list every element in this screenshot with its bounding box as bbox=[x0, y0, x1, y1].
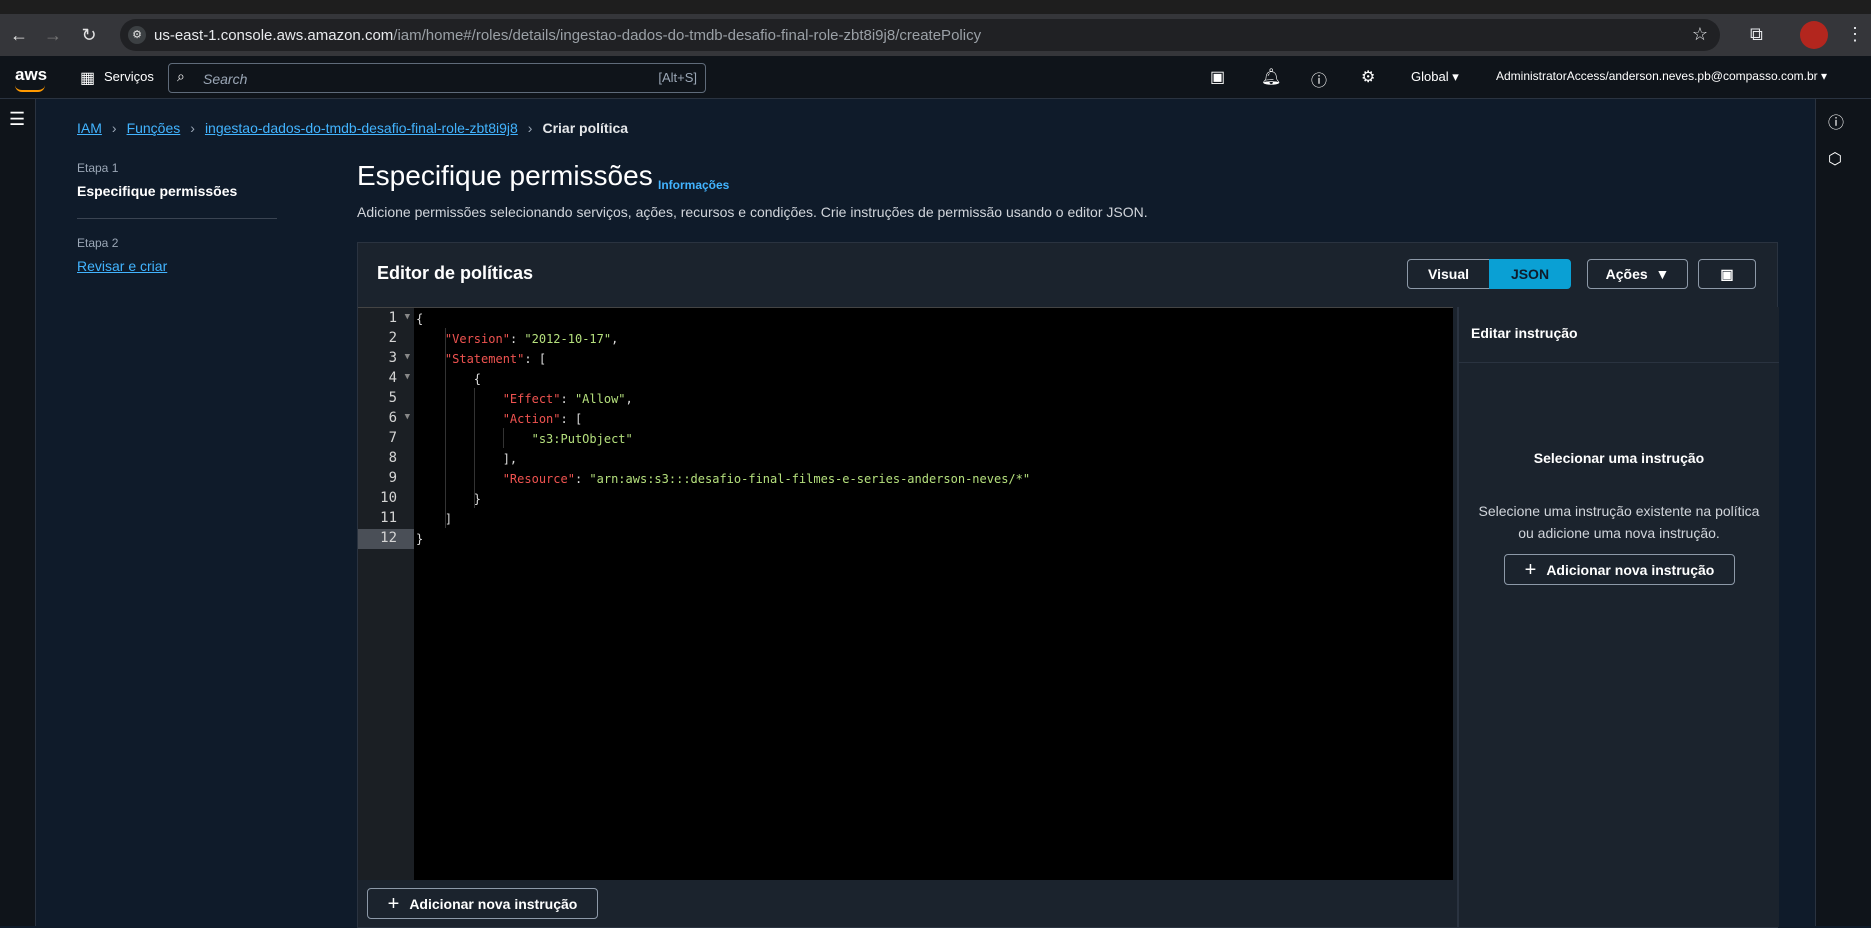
code-line: { bbox=[473, 372, 482, 386]
actions-dropdown-button[interactable]: Ações ▼ bbox=[1587, 259, 1688, 289]
gutter-line: 10 bbox=[380, 490, 397, 506]
notifications-bell-icon[interactable]: 🔔︎ bbox=[1261, 67, 1281, 87]
plus-icon: + bbox=[387, 892, 400, 915]
search-input[interactable] bbox=[201, 68, 605, 90]
reload-icon[interactable]: ↻ bbox=[74, 20, 104, 50]
profile-avatar[interactable] bbox=[1800, 21, 1828, 49]
chevron-right-icon: › bbox=[527, 120, 533, 136]
services-menu[interactable]: Serviços bbox=[104, 69, 154, 84]
region-selector[interactable]: Global ▾ bbox=[1411, 69, 1459, 85]
caret-down-icon: ▼ bbox=[1655, 266, 1670, 282]
cloudshell-icon[interactable]: ▣ bbox=[1210, 67, 1225, 87]
extensions-icon[interactable]: ⧉ bbox=[1750, 24, 1763, 45]
chevron-right-icon: › bbox=[111, 120, 117, 136]
policy-editor-panel: Editor de políticas Visual JSON Ações ▼ … bbox=[357, 242, 1779, 928]
step1-title: Especifique permissões bbox=[77, 183, 238, 199]
code-line: ] bbox=[444, 512, 453, 526]
forward-icon[interactable]: → bbox=[38, 20, 68, 50]
edit-statement-title: Editar instrução bbox=[1471, 325, 1578, 341]
account-menu[interactable]: AdministratorAccess/anderson.neves.pb@co… bbox=[1496, 69, 1827, 83]
code-line: } bbox=[473, 492, 482, 506]
code-line: "Effect": "Allow", bbox=[502, 392, 633, 406]
search-shortcut-hint: [Alt+S] bbox=[658, 70, 697, 85]
breadcrumb-role[interactable]: ingestao-dados-do-tmdb-desafio-final-rol… bbox=[205, 120, 518, 136]
site-info-icon[interactable]: ⚙ bbox=[128, 26, 146, 44]
hamburger-menu-icon[interactable]: ☰ bbox=[9, 109, 25, 130]
editor-footer: + Adicionar nova instrução bbox=[358, 880, 1453, 927]
gutter-line: 4 ▼ bbox=[388, 370, 410, 386]
left-rail: ☰ bbox=[0, 99, 36, 926]
browser-toolbar: ← → ↻ ⚙ us-east-1.console.aws.amazon.com… bbox=[0, 14, 1871, 56]
search-icon: ⌕ bbox=[177, 68, 185, 84]
url-text[interactable]: us-east-1.console.aws.amazon.com/iam/hom… bbox=[154, 27, 981, 44]
add-statement-side-button[interactable]: + Adicionar nova instrução bbox=[1504, 554, 1735, 585]
gutter-line: 5 bbox=[388, 390, 397, 406]
services-grid-icon[interactable]: ▦ bbox=[80, 68, 95, 88]
breadcrumb-funcoes[interactable]: Funções bbox=[127, 120, 181, 136]
browser-tab-strip bbox=[0, 0, 1871, 14]
info-link[interactable]: Informações bbox=[658, 178, 729, 192]
code-line: "Resource": "arn:aws:s3:::desafio-final-… bbox=[502, 472, 1031, 486]
info-panel-icon[interactable]: ⓘ bbox=[1828, 109, 1844, 133]
address-bar[interactable]: ⚙ us-east-1.console.aws.amazon.com/iam/h… bbox=[120, 19, 1720, 51]
code-line: { bbox=[416, 312, 424, 326]
code-line: "Version": "2012-10-17", bbox=[444, 332, 619, 346]
code-line: ], bbox=[502, 452, 518, 466]
menu-kebab-icon[interactable]: ⋮ bbox=[1846, 24, 1864, 45]
gutter-line: 6 ▼ bbox=[388, 410, 410, 426]
policy-editor-title: Editor de políticas bbox=[377, 263, 534, 283]
bookmark-star-icon[interactable]: ☆ bbox=[1692, 24, 1708, 45]
gutter-line: 8 bbox=[388, 450, 397, 466]
gutter-line: 7 bbox=[388, 430, 397, 446]
aws-top-nav: aws ▦ Serviços ⌕ [Alt+S] ▣ 🔔︎ ⓘ ⚙ Global… bbox=[0, 56, 1871, 99]
right-rail: ⓘ ⬡ bbox=[1815, 99, 1871, 926]
code-line: "Statement": [ bbox=[444, 352, 547, 366]
page-title: Especifique permissões bbox=[357, 160, 653, 191]
breadcrumb-current: Criar política bbox=[542, 120, 629, 136]
step1-label: Etapa 1 bbox=[77, 161, 119, 175]
aws-logo[interactable]: aws bbox=[15, 65, 47, 92]
side-divider bbox=[1459, 362, 1779, 363]
code-line: "s3:PutObject" bbox=[531, 432, 633, 446]
select-statement-description: Selecione uma instrução existente na pol… bbox=[1478, 503, 1760, 541]
chevron-right-icon: › bbox=[190, 120, 195, 136]
step2-label: Etapa 2 bbox=[77, 236, 119, 250]
gutter-line: 2 bbox=[388, 330, 397, 346]
gutter-line: 1 ▼ bbox=[388, 310, 410, 326]
hexagon-icon[interactable]: ⬡ bbox=[1828, 149, 1842, 169]
search-box[interactable]: ⌕ [Alt+S] bbox=[168, 63, 706, 93]
fullscreen-button[interactable]: ▣ bbox=[1698, 259, 1756, 289]
page-subtitle: Adicione permissões selecionando serviço… bbox=[357, 204, 1148, 220]
step-divider bbox=[77, 218, 277, 219]
code-line: } bbox=[416, 532, 424, 546]
breadcrumb-iam[interactable]: IAM bbox=[77, 120, 102, 136]
fullscreen-icon: ▣ bbox=[1720, 265, 1734, 282]
gutter-line: 9 bbox=[388, 470, 397, 486]
code-line: "Action": [ bbox=[502, 412, 583, 426]
fold-arrow-icon[interactable]: ▼ bbox=[405, 352, 410, 362]
gutter-line: 3 ▼ bbox=[388, 350, 410, 366]
fold-arrow-icon[interactable]: ▼ bbox=[405, 412, 410, 422]
fold-arrow-icon[interactable]: ▼ bbox=[405, 372, 410, 382]
json-mode-button[interactable]: JSON bbox=[1489, 259, 1571, 289]
step2-link[interactable]: Revisar e criar bbox=[77, 258, 167, 274]
breadcrumb: IAM › Funções › ingestao-dados-do-tmdb-desaf… bbox=[77, 120, 628, 136]
plus-icon: + bbox=[1524, 558, 1537, 581]
back-icon[interactable]: ← bbox=[4, 20, 34, 50]
add-statement-button[interactable]: + Adicionar nova instrução bbox=[367, 888, 598, 919]
settings-gear-icon[interactable]: ⚙ bbox=[1361, 67, 1375, 87]
gutter-line: 11 bbox=[380, 510, 397, 526]
help-icon[interactable]: ⓘ bbox=[1311, 67, 1327, 91]
fold-arrow-icon[interactable]: ▼ bbox=[405, 312, 410, 322]
visual-mode-button[interactable]: Visual bbox=[1407, 259, 1490, 289]
editor-gutter: 1 ▼ 2 3 ▼ 4 ▼ 5 6 ▼ 7 8 9 10 11 12 bbox=[358, 308, 414, 881]
json-code-editor[interactable]: 1 ▼ 2 3 ▼ 4 ▼ 5 6 ▼ 7 8 9 10 11 12 { "Versio… bbox=[358, 307, 1453, 881]
gutter-line-active: 12 bbox=[358, 529, 414, 549]
edit-statement-panel: Editar instrução Selecionar uma instruçã… bbox=[1457, 307, 1779, 927]
select-statement-heading: Selecionar uma instrução bbox=[1533, 450, 1705, 466]
